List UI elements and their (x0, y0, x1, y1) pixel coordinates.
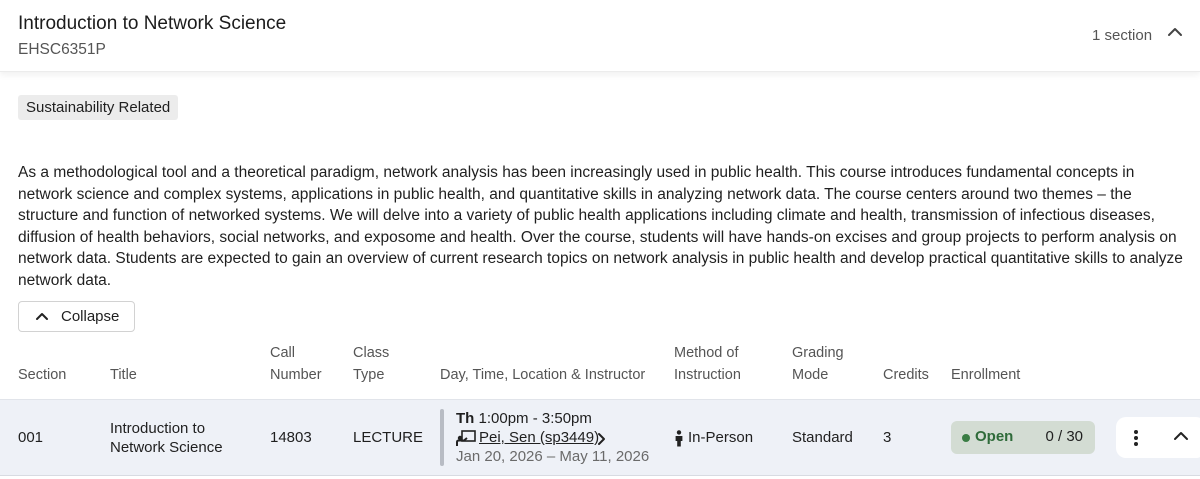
enrollment-status: Open (975, 428, 1014, 445)
credits: 3 (883, 429, 892, 446)
section-title: Introduction to Network Science (110, 419, 223, 457)
more-vertical-icon[interactable] (1132, 428, 1140, 448)
class-type: LECTURE (353, 429, 424, 446)
section-title-line2: Network Science (110, 439, 223, 456)
grading-mode: Standard (792, 429, 853, 446)
meeting-hours: 1:00pm - 3:50pm (478, 410, 592, 427)
meeting-time: Th 1:00pm - 3:50pm (456, 410, 592, 427)
chevron-up-icon (36, 313, 48, 320)
section-count: 1 section (1092, 27, 1153, 44)
enrollment-badge: Open 0 / 30 (951, 421, 1095, 454)
header-call-number-line1: Call (270, 345, 295, 361)
meeting-divider (440, 409, 444, 466)
call-number: 14803 (270, 429, 312, 446)
collapse-label: Collapse (61, 308, 120, 325)
header-enrollment: Enrollment (951, 367, 1021, 383)
chevron-right-icon[interactable] (596, 432, 606, 446)
header-class-type: Class Type (353, 343, 389, 386)
header-method-line2: Instruction (674, 366, 741, 383)
course-title: Introduction to Network Science (18, 13, 287, 34)
header-grading-line1: Grading (792, 345, 844, 361)
header-call-number: Call Number (270, 343, 322, 386)
row-actions (1116, 417, 1200, 458)
meeting-day: Th (456, 410, 475, 427)
header-call-number-line2: Number (270, 366, 322, 383)
header-section: Section (18, 367, 67, 383)
status-dot-icon (962, 434, 970, 442)
header-credits: Credits (883, 367, 929, 383)
header-class-type-line1: Class (353, 345, 390, 361)
enrollment-count: 0 / 30 (1045, 428, 1083, 445)
chevron-up-icon[interactable] (1165, 24, 1185, 40)
course-code: EHSC6351P (18, 41, 106, 58)
header-title: Title (110, 367, 137, 383)
section-title-line1: Introduction to (110, 420, 206, 437)
header-method-line1: Method of (674, 345, 739, 361)
chevron-up-icon[interactable] (1171, 428, 1191, 444)
collapse-button[interactable]: Collapse (18, 301, 135, 332)
course-header[interactable]: Introduction to Network Science EHSC6351… (0, 0, 1200, 72)
table-row[interactable]: 001 Introduction to Network Science 1480… (0, 399, 1200, 476)
instructor-link[interactable]: Pei, Sen (sp3449) (479, 429, 599, 446)
meeting-dates: Jan 20, 2026 – May 11, 2026 (456, 448, 650, 465)
course-description: As a methodological tool and a theoretic… (18, 164, 1183, 289)
header-grading-line2: Mode (792, 366, 829, 383)
header-day-time: Day, Time, Location & Instructor (440, 367, 646, 383)
section-number: 001 (18, 429, 44, 446)
sustainability-tag: Sustainability Related (18, 95, 179, 120)
header-method: Method of Instruction (674, 343, 741, 386)
method-label: In-Person (688, 429, 754, 446)
header-grading: Grading Mode (792, 343, 844, 386)
person-icon (675, 430, 683, 447)
teacher-board-icon (456, 430, 476, 446)
header-class-type-line2: Type (353, 366, 385, 383)
